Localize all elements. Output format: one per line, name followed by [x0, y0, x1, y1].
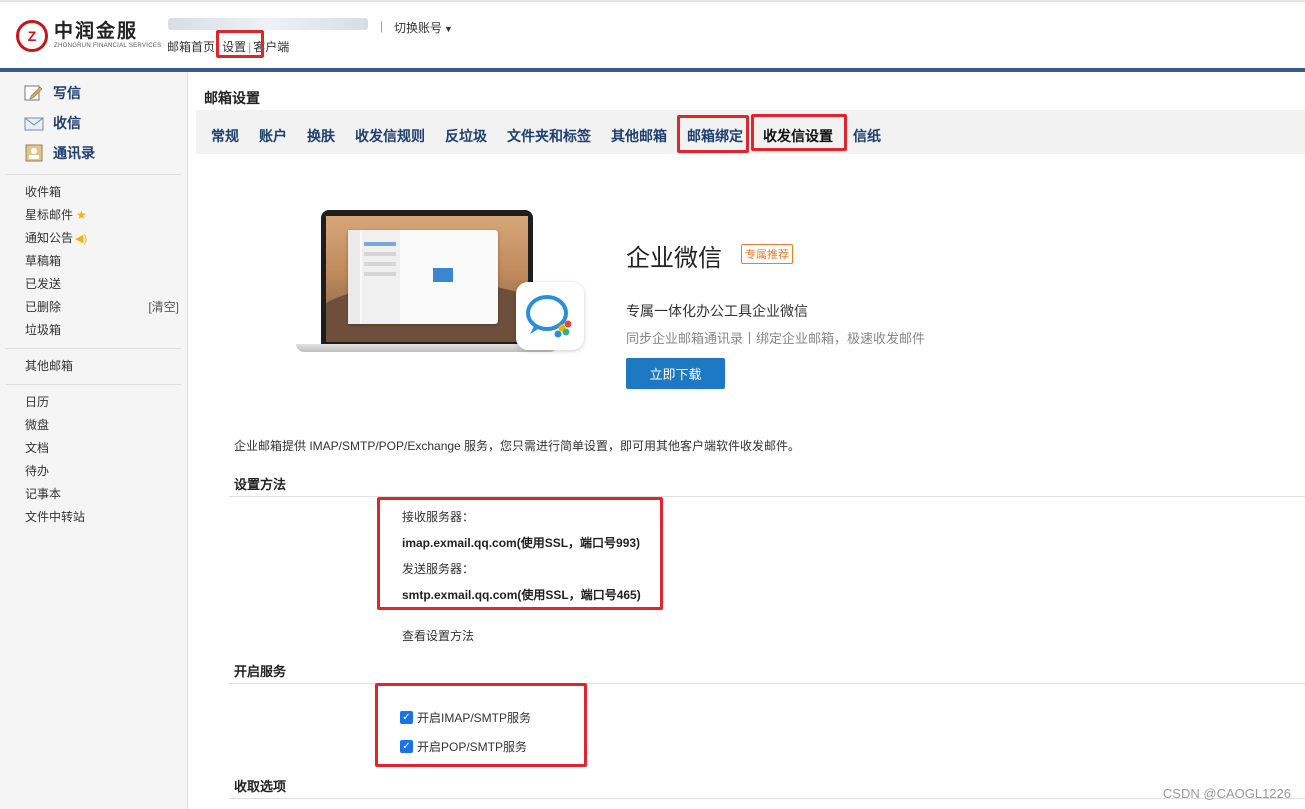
contacts-icon — [25, 144, 43, 162]
tab-stationery[interactable]: 信纸 — [853, 126, 881, 146]
recommend-badge: 专属推荐 — [741, 244, 793, 264]
highlight-server-info — [377, 497, 663, 610]
top-header: Z 中润金服 ZHONGRUN FINANCIAL SERVICES | 切换账… — [0, 0, 1305, 68]
download-button[interactable]: 立即下载 — [626, 358, 725, 389]
mailbox-home-link[interactable]: 邮箱首页 — [167, 40, 215, 54]
app-file-transfer[interactable]: 文件中转站 — [0, 506, 187, 529]
contacts-button[interactable]: 通讯录 — [0, 138, 187, 168]
logo-mark-icon: Z — [16, 20, 48, 52]
service-intro-text: 企业邮箱提供 IMAP/SMTP/POP/Exchange 服务，您只需进行简单… — [234, 439, 801, 453]
logo-english-name: ZHONGRUN FINANCIAL SERVICES — [54, 43, 162, 49]
highlight-settings-link — [216, 30, 264, 58]
view-setup-method-link[interactable]: 查看设置方法 — [402, 627, 474, 644]
folder-inbox[interactable]: 收件箱 — [0, 181, 187, 204]
settings-panel: 企业微信 专属推荐 专属一体化办公工具企业微信 同步企业邮箱通讯录丨绑定企业邮箱… — [196, 154, 1305, 809]
star-icon: ★ — [76, 208, 87, 222]
clear-deleted-link[interactable]: [清空] — [148, 296, 179, 319]
main-content: 邮箱设置 常规 账户 换肤 收发信规则 反垃圾 文件夹和标签 其他邮箱 邮箱绑定… — [196, 72, 1305, 809]
tab-skin[interactable]: 换肤 — [307, 126, 335, 146]
company-logo[interactable]: Z 中润金服 ZHONGRUN FINANCIAL SERVICES — [16, 20, 161, 52]
highlight-enable-services — [375, 683, 587, 767]
receive-mail-button[interactable]: 收信 — [0, 108, 187, 138]
folder-sent[interactable]: 已发送 — [0, 273, 187, 296]
app-drive[interactable]: 微盘 — [0, 414, 187, 437]
speaker-icon: ◀) — [75, 233, 88, 245]
sidebar: 写信 收信 通讯录 收件箱 星标邮件 ★ 通知公告 ◀) 草稿箱 已发送 已删除 [清… — [0, 72, 188, 809]
switch-account-link[interactable]: 切换账号 ▼ — [394, 19, 453, 36]
app-docs[interactable]: 文档 — [0, 437, 187, 460]
tab-anti-spam[interactable]: 反垃圾 — [445, 126, 487, 146]
promo-subtitle: 专属一体化办公工具企业微信 — [626, 303, 808, 319]
blurred-account-name — [168, 18, 368, 30]
highlight-mailbox-binding — [677, 115, 749, 153]
csdn-watermark: CSDN @CAOGL1226 — [1162, 786, 1291, 801]
pencil-icon — [24, 85, 43, 101]
promo-title: 企业微信 — [626, 245, 722, 272]
tab-other-mailbox[interactable]: 其他邮箱 — [611, 126, 667, 146]
enable-service-heading: 开启服务 — [234, 664, 287, 679]
folder-drafts[interactable]: 草稿箱 — [0, 250, 187, 273]
app-todo[interactable]: 待办 — [0, 460, 187, 483]
tab-mail-rules[interactable]: 收发信规则 — [355, 126, 425, 146]
setup-method-heading: 设置方法 — [234, 477, 287, 492]
wecom-logo-icon — [516, 282, 584, 350]
folder-deleted[interactable]: 已删除 [清空] — [0, 296, 187, 319]
page-title: 邮箱设置 — [204, 90, 260, 106]
inbox-icon — [24, 117, 44, 131]
folder-spam[interactable]: 垃圾箱 — [0, 319, 187, 342]
highlight-send-receive-tab — [751, 114, 847, 151]
compose-button[interactable]: 写信 — [0, 78, 187, 108]
tab-general[interactable]: 常规 — [211, 126, 239, 146]
envelope-icon — [433, 268, 453, 282]
caret-down-icon: ▼ — [444, 24, 453, 34]
other-mailbox-item[interactable]: 其他邮箱 — [0, 355, 187, 378]
folder-starred[interactable]: 星标邮件 ★ — [0, 204, 187, 227]
settings-tabs: 常规 账户 换肤 收发信规则 反垃圾 文件夹和标签 其他邮箱 邮箱绑定 收发信设… — [196, 110, 1305, 154]
promo-description: 同步企业邮箱通讯录丨绑定企业邮箱，极速收发邮件 — [626, 331, 926, 346]
receive-options-heading: 收取选项 — [234, 779, 287, 794]
app-notes[interactable]: 记事本 — [0, 483, 187, 506]
tab-account[interactable]: 账户 — [259, 126, 287, 146]
folder-notices[interactable]: 通知公告 ◀) — [0, 227, 187, 250]
app-calendar[interactable]: 日历 — [0, 391, 187, 414]
tab-folders-labels[interactable]: 文件夹和标签 — [507, 126, 591, 146]
logo-chinese-name: 中润金服 — [54, 21, 139, 42]
